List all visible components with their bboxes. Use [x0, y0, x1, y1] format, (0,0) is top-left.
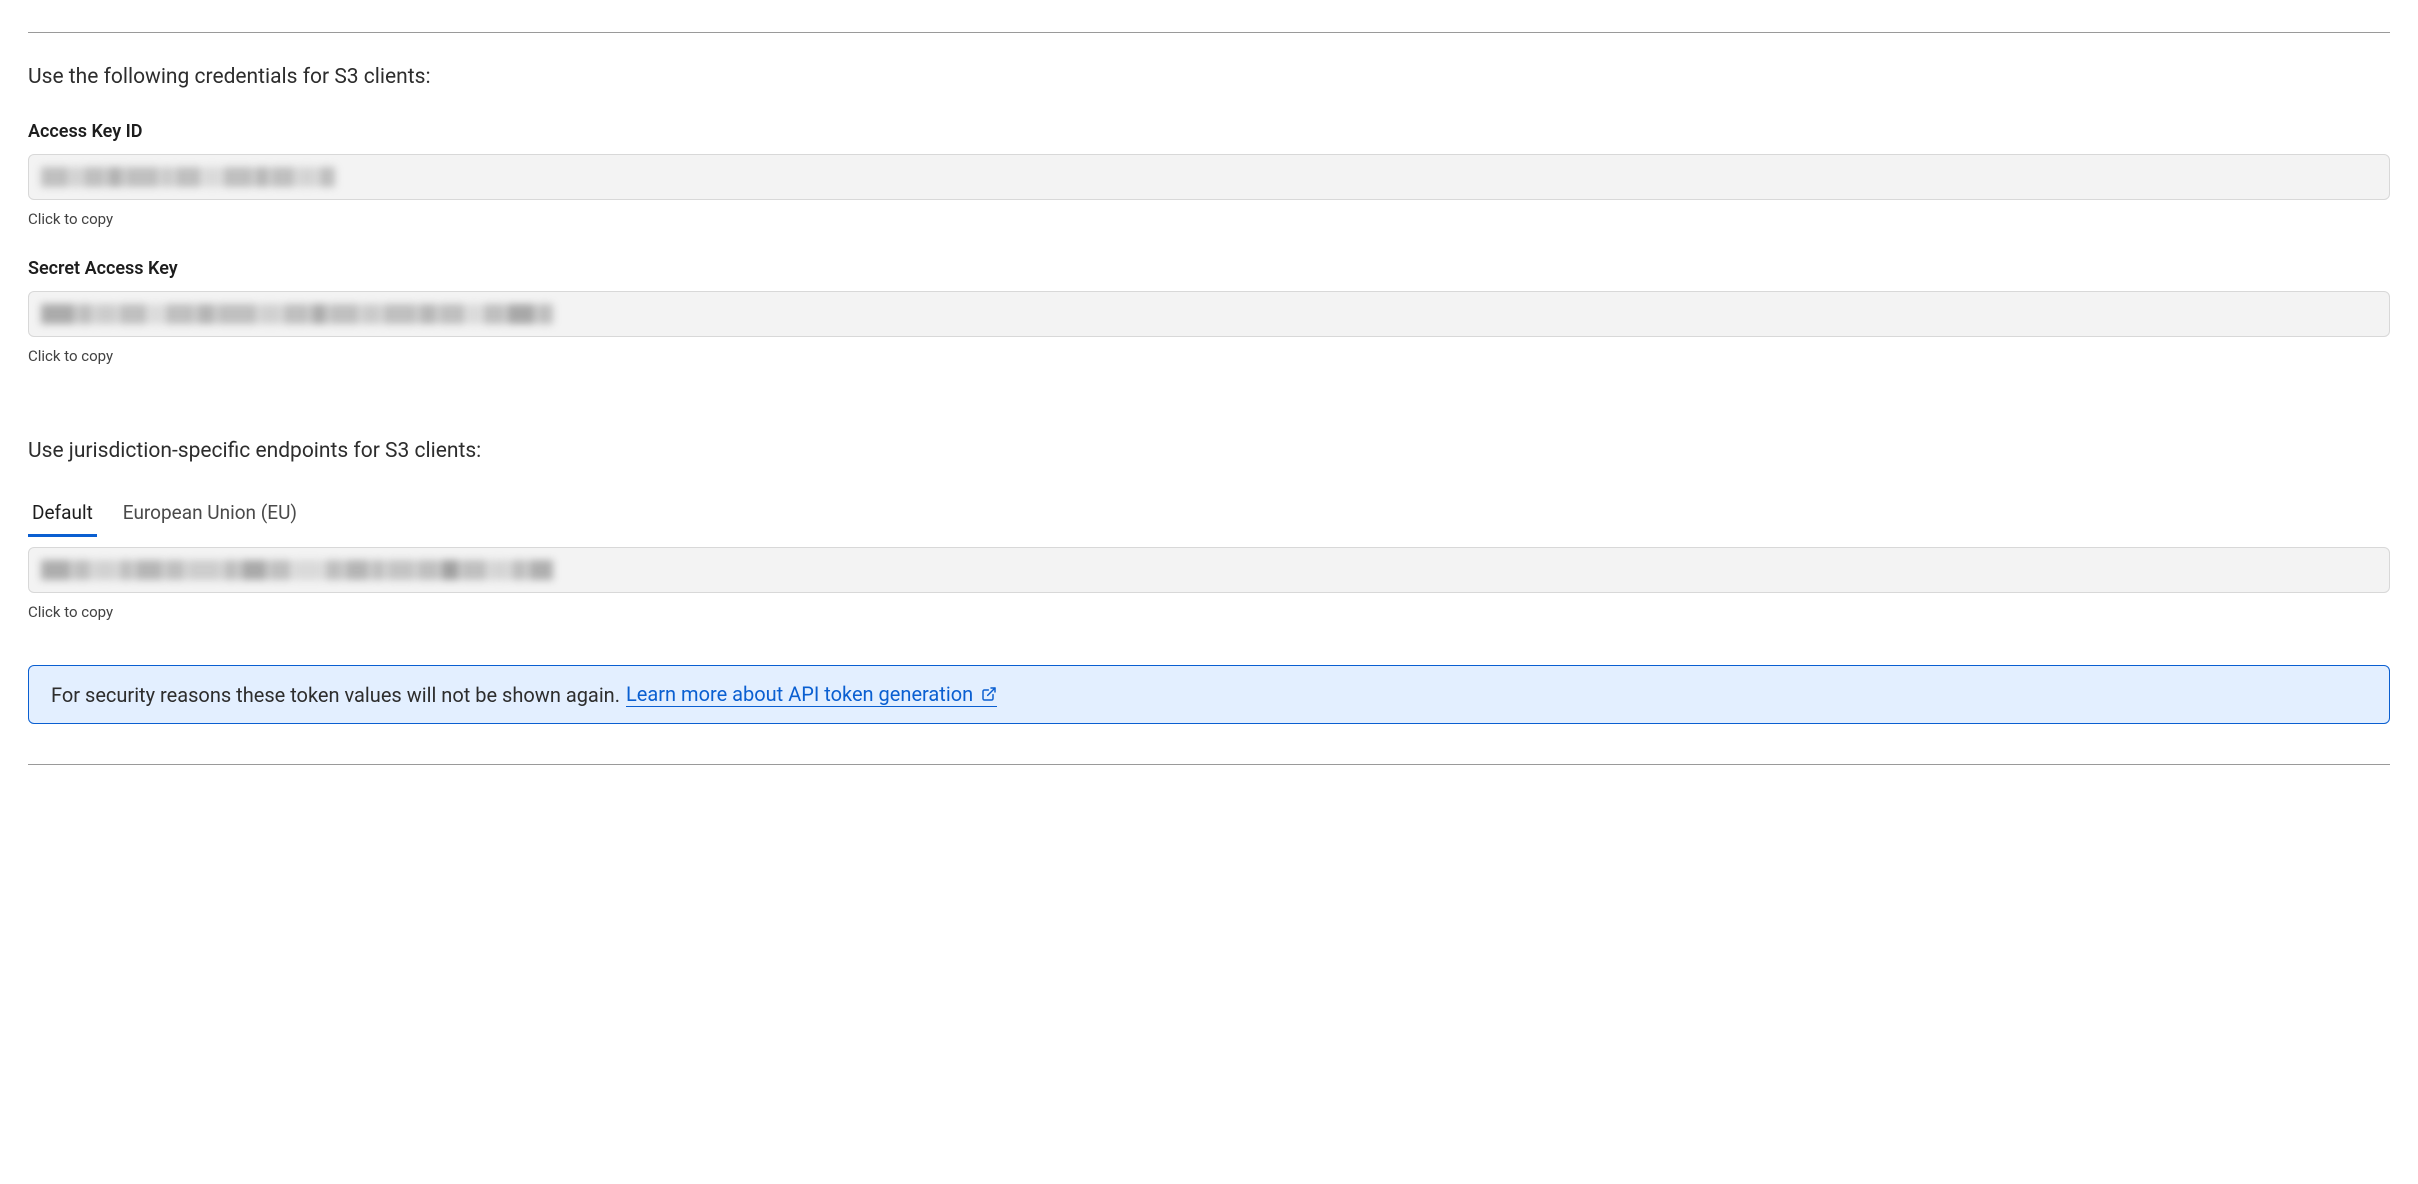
learn-more-link[interactable]: Learn more about API token generation	[626, 682, 997, 707]
learn-more-link-text: Learn more about API token generation	[626, 682, 973, 706]
secret-key-label: Secret Access Key	[28, 258, 2390, 279]
tab-default[interactable]: Default	[28, 495, 97, 537]
endpoints-intro-text: Use jurisdiction-specific endpoints for …	[28, 439, 2390, 463]
credentials-intro-text: Use the following credentials for S3 cli…	[28, 65, 2390, 89]
secret-key-helper-text: Click to copy	[28, 347, 2390, 365]
secret-key-value-box[interactable]	[28, 291, 2390, 337]
access-key-helper-text: Click to copy	[28, 210, 2390, 228]
endpoint-redacted-value	[41, 560, 553, 580]
secret-key-field-group: Secret Access Key Click to copy	[28, 258, 2390, 365]
divider-top	[28, 32, 2390, 33]
external-link-icon	[981, 686, 997, 702]
endpoint-tabs: Default European Union (EU)	[28, 495, 2390, 537]
endpoint-field-group: Click to copy	[28, 547, 2390, 621]
endpoint-helper-text: Click to copy	[28, 603, 2390, 621]
security-notice-text: For security reasons these token values …	[51, 683, 620, 707]
access-key-redacted-value	[41, 167, 335, 187]
access-key-value-box[interactable]	[28, 154, 2390, 200]
tab-eu[interactable]: European Union (EU)	[119, 495, 301, 537]
access-key-label: Access Key ID	[28, 121, 2390, 142]
secret-key-redacted-value	[41, 304, 553, 324]
divider-bottom	[28, 764, 2390, 765]
access-key-field-group: Access Key ID Click to copy	[28, 121, 2390, 228]
endpoint-value-box[interactable]	[28, 547, 2390, 593]
security-notice: For security reasons these token values …	[28, 665, 2390, 724]
